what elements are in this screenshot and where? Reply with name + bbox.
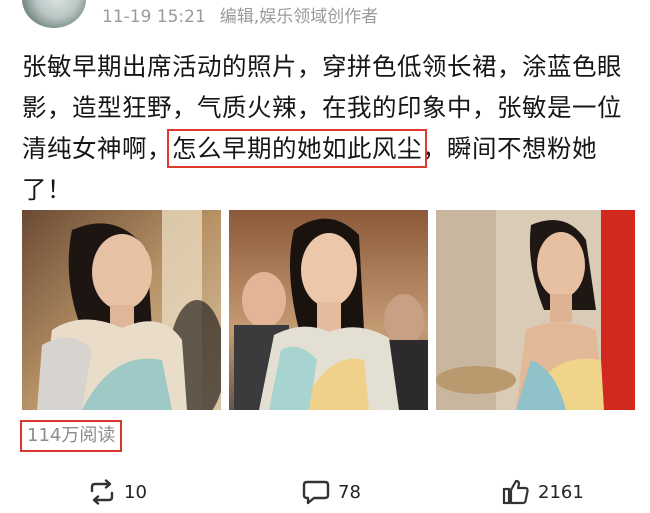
post-text-highlight: 怎么早期的她如此风尘 bbox=[167, 129, 427, 168]
post-header: 11-19 15:21 编辑,娱乐领域创作者 bbox=[0, 0, 650, 40]
post-meta: 11-19 15:21 编辑,娱乐领域创作者 bbox=[102, 2, 392, 27]
comment-count: 78 bbox=[338, 481, 361, 503]
repost-icon bbox=[90, 479, 114, 505]
read-count: 114万阅读 bbox=[20, 420, 123, 452]
like-count: 2161 bbox=[538, 481, 584, 503]
like-icon bbox=[502, 479, 529, 505]
comment-icon bbox=[302, 480, 330, 505]
like-button[interactable]: 2161 bbox=[502, 474, 584, 510]
post-time: 11-19 15:21 bbox=[102, 7, 206, 27]
comment-button[interactable]: 78 bbox=[302, 474, 361, 510]
repost-count: 10 bbox=[124, 481, 147, 503]
post-text: 张敏早期出席活动的照片，穿拼色低领长裙，涂蓝色眼影，造型狂野，气质火辣，在我的印… bbox=[22, 46, 634, 210]
photo-grid bbox=[22, 210, 636, 410]
avatar[interactable] bbox=[22, 0, 86, 28]
photo-2[interactable] bbox=[229, 210, 428, 410]
photo-3[interactable] bbox=[436, 210, 635, 410]
repost-button[interactable]: 10 bbox=[88, 474, 147, 510]
action-bar: 10 78 2161 bbox=[0, 474, 650, 510]
photo-1[interactable] bbox=[22, 210, 221, 410]
post-source: 编辑,娱乐领域创作者 bbox=[219, 7, 379, 27]
